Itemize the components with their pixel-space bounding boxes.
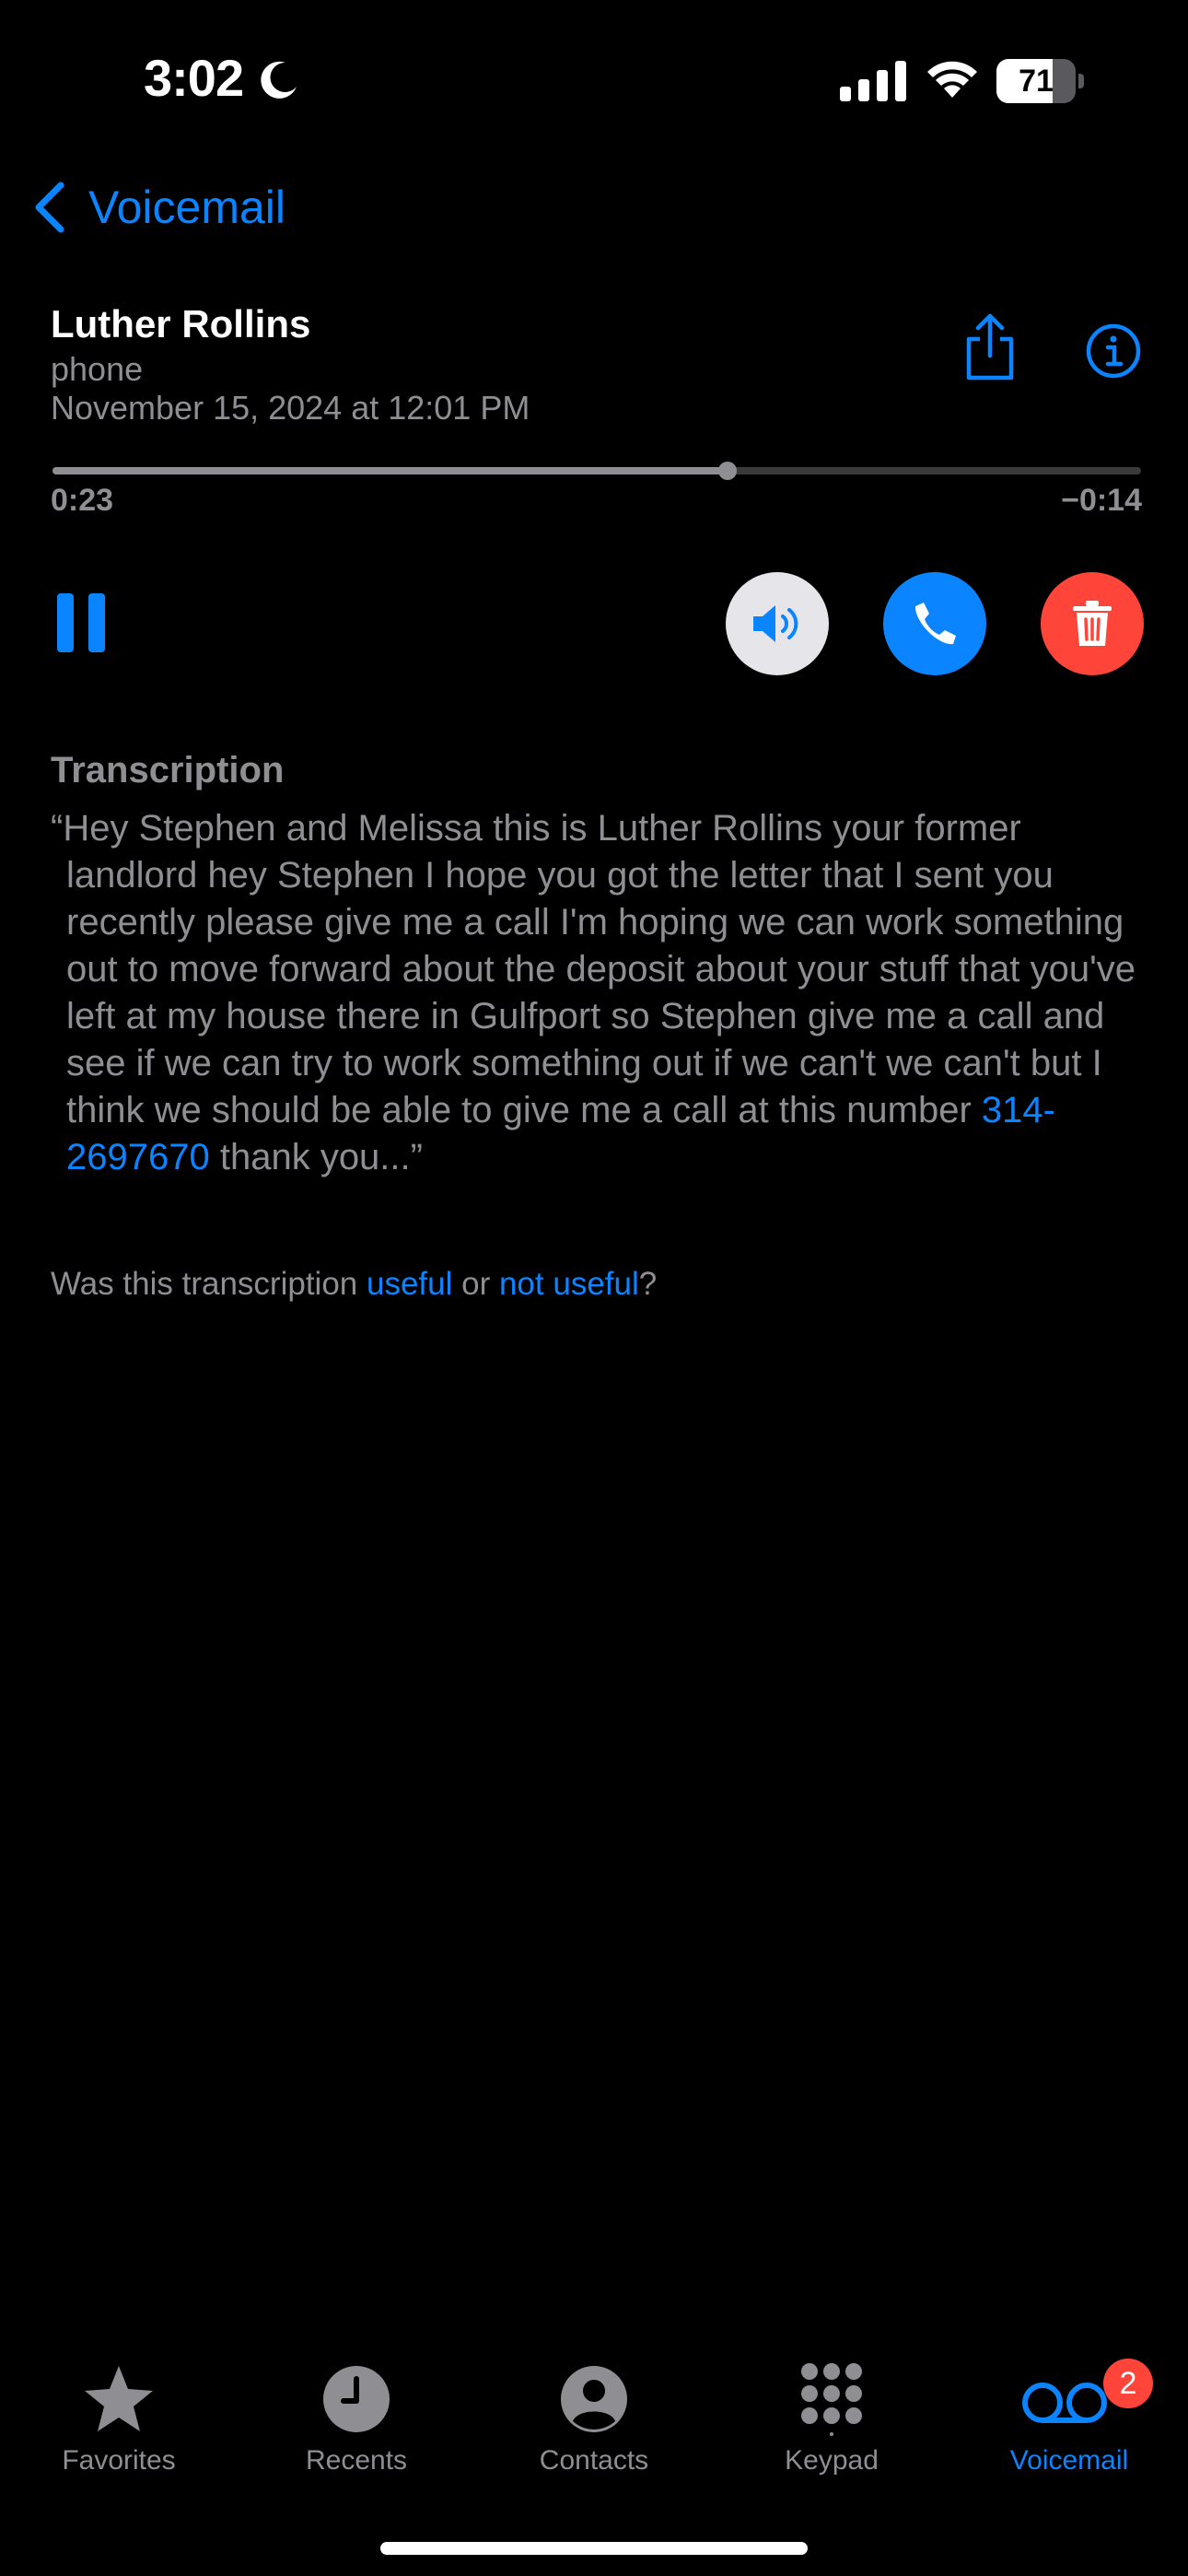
tab-label-keypad: Keypad [785, 2445, 879, 2476]
phone-icon [914, 603, 956, 645]
not-useful-link[interactable]: not useful [499, 1266, 639, 1302]
feedback-prefix: Was this transcription [51, 1266, 367, 1302]
useful-link[interactable]: useful [367, 1266, 452, 1302]
moon-icon [261, 61, 297, 99]
pause-icon-bar-left [57, 593, 74, 652]
wifi-icon [927, 61, 977, 98]
pause-icon-bar-right [88, 593, 105, 652]
transcription-text: “Hey Stephen and Melissa this is Luther … [51, 805, 1137, 1181]
tab-keypad[interactable]: Keypad [713, 2340, 950, 2488]
transcription-text-end: thank you...” [209, 1137, 423, 1177]
transcription-text-start: “Hey Stephen and Melissa this is Luther … [51, 808, 1136, 1130]
delete-button[interactable] [1041, 572, 1144, 675]
tab-favorites[interactable]: Favorites [0, 2340, 238, 2488]
tab-label-voicemail: Voicemail [1009, 2445, 1129, 2476]
caller-name: Luther Rollins [51, 302, 311, 345]
tab-label-favorites: Favorites [62, 2445, 176, 2476]
battery-percentage: 71 [1019, 64, 1054, 99]
scrubber-handle[interactable] [717, 462, 737, 480]
remaining-time: −0:14 [1061, 483, 1142, 518]
home-indicator[interactable] [380, 2542, 808, 2555]
tab-contacts[interactable]: Contacts [475, 2340, 713, 2488]
info-icon[interactable] [1085, 322, 1142, 380]
trash-icon [1073, 601, 1112, 646]
transcription-feedback: Was this transcription useful or not use… [51, 1266, 657, 1303]
voicemail-badge: 2 [1103, 2359, 1153, 2408]
tab-bar: Favorites Recents Contacts Keypad 2 Voic… [0, 2340, 1188, 2506]
battery-icon: 71 [996, 59, 1085, 103]
back-button-label: Voicemail [88, 181, 285, 233]
transcription-heading: Transcription [51, 750, 285, 790]
tab-label-recents: Recents [305, 2445, 408, 2476]
voicemail-icon [1022, 2383, 1107, 2423]
scrubber-progress [52, 467, 728, 474]
pause-button[interactable] [57, 593, 105, 652]
chevron-left-icon [35, 181, 64, 233]
battery-tip [1078, 74, 1084, 88]
tab-recents[interactable]: Recents [238, 2340, 475, 2488]
tab-voicemail[interactable]: 2 Voicemail [950, 2340, 1188, 2488]
voicemail-detail-screen: 3:02 71 Voicemail Luther Rollins phone N… [0, 0, 1188, 2576]
caller-number-label: phone [51, 350, 144, 388]
speaker-button[interactable] [726, 572, 829, 675]
tab-label-contacts: Contacts [539, 2445, 649, 2476]
back-button[interactable]: Voicemail [31, 175, 285, 240]
star-icon [85, 2366, 153, 2431]
call-back-button[interactable] [883, 572, 986, 675]
clock-icon [323, 2366, 390, 2432]
status-time: 3:02 [144, 49, 244, 107]
keypad-icon [801, 2363, 862, 2436]
playback-scrubber[interactable] [52, 462, 1141, 480]
feedback-or: or [452, 1266, 499, 1302]
cellular-signal-icon [840, 61, 906, 101]
feedback-suffix: ? [638, 1266, 658, 1302]
voicemail-date: November 15, 2024 at 12:01 PM [51, 389, 530, 427]
elapsed-time: 0:23 [51, 483, 114, 518]
speaker-icon [753, 605, 798, 642]
status-bar: 3:02 71 [0, 0, 1188, 157]
battery-body: 71 [996, 59, 1076, 103]
share-icon[interactable] [961, 313, 1019, 381]
person-icon [561, 2366, 627, 2432]
